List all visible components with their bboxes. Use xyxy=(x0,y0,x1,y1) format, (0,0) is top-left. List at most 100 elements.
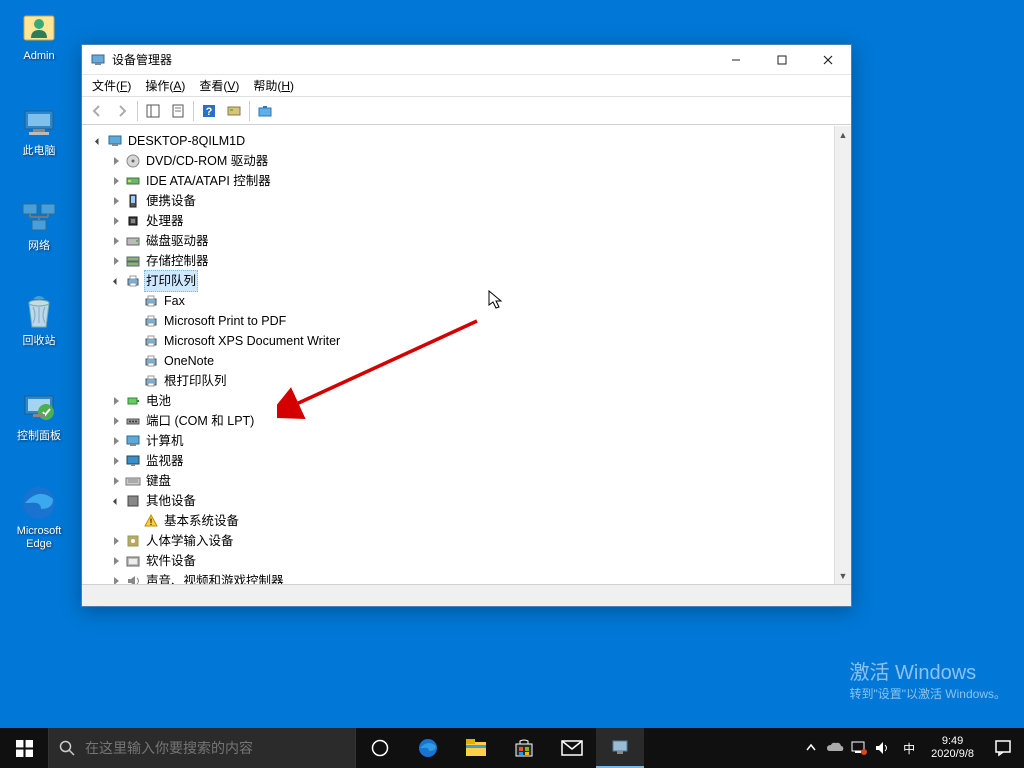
update-driver-button[interactable] xyxy=(253,99,277,123)
search-icon xyxy=(59,740,75,756)
volume-icon[interactable] xyxy=(871,728,895,768)
tree-node[interactable]: 计算机 xyxy=(110,431,834,451)
device-manager-taskbar-button[interactable] xyxy=(596,728,644,768)
vertical-scrollbar[interactable]: ▲ ▼ xyxy=(834,126,851,584)
other-icon xyxy=(125,493,141,509)
action-center-button[interactable] xyxy=(982,728,1024,768)
desktop-icon-edge[interactable]: MicrosoftEdge xyxy=(6,483,72,553)
menu-h[interactable]: 帮助(H) xyxy=(247,75,300,96)
menu-v[interactable]: 查看(V) xyxy=(193,75,245,96)
printer-icon xyxy=(143,373,159,389)
tree-node[interactable]: 处理器 xyxy=(110,211,834,231)
disc-icon xyxy=(125,153,141,169)
tree-node-label: DESKTOP-8QILM1D xyxy=(126,131,247,151)
tree-root[interactable]: DESKTOP-8QILM1D xyxy=(92,131,834,151)
watermark-title: 激活 Windows xyxy=(849,656,1006,685)
desktop-icon-recyclebin[interactable]: 回收站 xyxy=(6,293,72,363)
tree-node[interactable]: 人体学输入设备 xyxy=(110,531,834,551)
tree-node[interactable]: Microsoft XPS Document Writer xyxy=(128,331,834,351)
app-icon xyxy=(90,52,106,68)
close-button[interactable] xyxy=(805,45,851,75)
tree-node-label: Microsoft Print to PDF xyxy=(162,311,288,331)
tree-node[interactable]: IDE ATA/ATAPI 控制器 xyxy=(110,171,834,191)
recyclebin-icon xyxy=(19,293,59,333)
clock-date: 2020/9/8 xyxy=(931,748,974,761)
scroll-down-button[interactable]: ▼ xyxy=(835,567,851,584)
tray-chevron-icon[interactable] xyxy=(799,728,823,768)
hid-icon xyxy=(125,533,141,549)
computer-icon xyxy=(125,433,141,449)
tree-node[interactable]: OneNote xyxy=(128,351,834,371)
desktop-icon-label: 控制面板 xyxy=(17,430,61,443)
computer-icon xyxy=(107,133,123,149)
tree-node[interactable]: 其他设备 xyxy=(110,491,834,511)
statusbar xyxy=(82,584,851,606)
tree-node[interactable]: Microsoft Print to PDF xyxy=(128,311,834,331)
tree-node[interactable]: 便携设备 xyxy=(110,191,834,211)
desktop-icon-label: 网络 xyxy=(28,240,50,253)
device-tree[interactable]: DESKTOP-8QILM1DDVD/CD-ROM 驱动器IDE ATA/ATA… xyxy=(82,126,834,584)
activation-watermark: 激活 Windows 转到"设置"以激活 Windows。 xyxy=(849,656,1006,702)
store-button[interactable] xyxy=(500,728,548,768)
tree-node[interactable]: !基本系统设备 xyxy=(128,511,834,531)
desktop-icon-network[interactable]: 网络 xyxy=(6,198,72,268)
forward-button[interactable] xyxy=(110,99,134,123)
help-button[interactable]: ? xyxy=(197,99,221,123)
printer-icon xyxy=(143,293,159,309)
tree-node-label: 打印队列 xyxy=(144,270,198,292)
tree-node[interactable]: 打印队列 xyxy=(110,271,834,291)
storage-icon xyxy=(125,253,141,269)
file-explorer-button[interactable] xyxy=(452,728,500,768)
maximize-button[interactable] xyxy=(759,45,805,75)
desktop-icon-admin[interactable]: Admin xyxy=(6,8,72,78)
tree-node[interactable]: 声音、视频和游戏控制器 xyxy=(110,571,834,584)
tree-node[interactable]: 根打印队列 xyxy=(128,371,834,391)
properties-button[interactable] xyxy=(166,99,190,123)
mail-button[interactable] xyxy=(548,728,596,768)
ime-indicator[interactable]: 中 xyxy=(895,728,923,768)
ide-icon xyxy=(125,173,141,189)
tree-node-label: 声音、视频和游戏控制器 xyxy=(144,571,286,584)
cortana-button[interactable] xyxy=(356,728,404,768)
tree-node-label: 其他设备 xyxy=(144,491,198,511)
device-manager-window: 设备管理器 文件(F)操作(A)查看(V)帮助(H) ? DESKTOP-8QI… xyxy=(81,44,852,607)
minimize-button[interactable] xyxy=(713,45,759,75)
menu-a[interactable]: 操作(A) xyxy=(139,75,191,96)
svg-text:?: ? xyxy=(206,106,213,118)
titlebar[interactable]: 设备管理器 xyxy=(82,45,851,75)
scroll-up-button[interactable]: ▲ xyxy=(835,126,851,143)
tree-node[interactable]: 键盘 xyxy=(110,471,834,491)
menu-f[interactable]: 文件(F) xyxy=(86,75,137,96)
tree-node[interactable]: 存储控制器 xyxy=(110,251,834,271)
printer-icon xyxy=(143,333,159,349)
taskbar-search[interactable] xyxy=(48,728,356,768)
desktop-icon-label: Admin xyxy=(23,50,54,63)
start-button[interactable] xyxy=(0,728,48,768)
thispc-icon xyxy=(19,103,59,143)
scan-hardware-button[interactable] xyxy=(222,99,246,123)
separator xyxy=(249,101,250,121)
desktop-icon-controlpanel[interactable]: 控制面板 xyxy=(6,388,72,458)
tree-node-label: 根打印队列 xyxy=(162,371,229,391)
tree-node[interactable]: DVD/CD-ROM 驱动器 xyxy=(110,151,834,171)
show-hide-tree-button[interactable] xyxy=(141,99,165,123)
tree-node[interactable]: 监视器 xyxy=(110,451,834,471)
tree-node[interactable]: 电池 xyxy=(110,391,834,411)
tree-node-label: OneNote xyxy=(162,351,216,371)
desktop-icon-thispc[interactable]: 此电脑 xyxy=(6,103,72,173)
desktop-icon-label: MicrosoftEdge xyxy=(17,525,62,551)
admin-icon xyxy=(19,8,59,48)
tree-node[interactable]: 磁盘驱动器 xyxy=(110,231,834,251)
tree-node[interactable]: 端口 (COM 和 LPT) xyxy=(110,411,834,431)
tree-node[interactable]: 软件设备 xyxy=(110,551,834,571)
search-input[interactable] xyxy=(85,740,345,756)
clock[interactable]: 9:49 2020/9/8 xyxy=(923,735,982,761)
network-tray-icon[interactable] xyxy=(847,728,871,768)
edge-icon xyxy=(19,483,59,523)
onedrive-icon[interactable] xyxy=(823,728,847,768)
scroll-track[interactable] xyxy=(835,143,851,567)
edge-taskbar-button[interactable] xyxy=(404,728,452,768)
system-tray: 中 9:49 2020/9/8 xyxy=(799,728,1024,768)
tree-node[interactable]: Fax xyxy=(128,291,834,311)
back-button[interactable] xyxy=(85,99,109,123)
